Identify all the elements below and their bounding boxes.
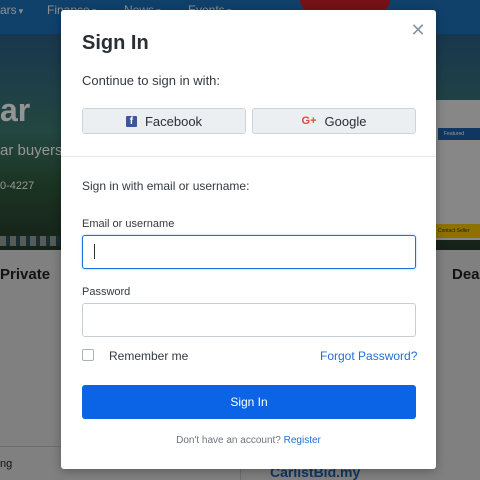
no-account-text: Don't have an account?	[176, 435, 281, 446]
register-prompt: Don't have an account? Register	[61, 435, 436, 446]
email-intro-text: Sign in with email or username:	[82, 179, 250, 193]
facebook-icon: f	[125, 115, 137, 127]
facebook-label: Facebook	[144, 113, 203, 129]
facebook-sign-in-button[interactable]: f Facebook	[82, 108, 246, 134]
continue-text: Continue to sign in with:	[82, 73, 221, 88]
register-link[interactable]: Register	[284, 435, 321, 446]
remember-me-checkbox[interactable]	[82, 349, 94, 361]
password-field[interactable]	[82, 303, 416, 337]
google-label: Google	[324, 113, 367, 129]
remember-me-label[interactable]: Remember me	[109, 349, 188, 363]
password-label: Password	[82, 286, 131, 298]
email-label: Email or username	[82, 218, 175, 230]
close-icon[interactable]: ✕	[409, 21, 427, 39]
modal-title: Sign In	[82, 32, 149, 54]
section-divider	[61, 156, 436, 157]
google-plus-icon: G+	[301, 115, 317, 127]
google-sign-in-button[interactable]: G+ Google	[252, 108, 416, 134]
forgot-password-link[interactable]: Forgot Password?	[320, 349, 417, 363]
sign-in-modal: Sign In ✕ Continue to sign in with: f Fa…	[61, 10, 436, 469]
sign-in-button[interactable]: Sign In	[82, 385, 416, 419]
email-field[interactable]	[82, 235, 416, 269]
text-cursor	[94, 244, 95, 259]
